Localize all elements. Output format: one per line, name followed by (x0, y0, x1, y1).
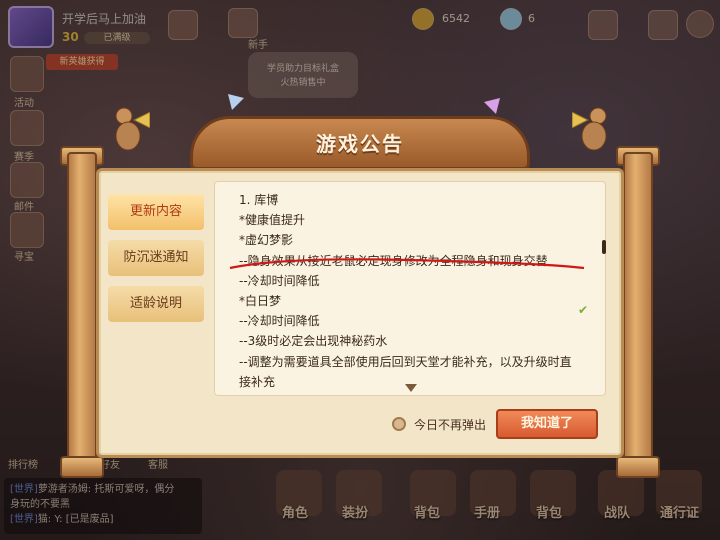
content-line: *白日梦 (239, 293, 282, 308)
dont-show-radio[interactable] (392, 417, 406, 431)
content-line: --3级时必定会出现神秘药水 (239, 334, 388, 349)
content-line: --冷却时间降低 (239, 273, 320, 288)
check-mark-icon: ✔ (578, 303, 589, 317)
red-handdrawn-underline (229, 258, 585, 270)
tab-anti-addiction[interactable]: 防沉迷通知 (108, 240, 204, 276)
announcement-title: 游戏公告 (316, 132, 404, 156)
scroll-down-arrow-icon[interactable] (405, 384, 417, 392)
right-pillar-base (616, 456, 660, 478)
announcement-content[interactable]: 1. 库博 *健康值提升 *虚幻梦影 --隐身效果从接近老鼠必定现身修改为全程隐… (214, 181, 606, 396)
left-pillar-base (60, 456, 104, 478)
right-pillar (623, 152, 653, 474)
content-line: --调整为需要道具全部使用后回到天堂才能补充，以及升级时直 (239, 354, 572, 369)
tab-age-rating[interactable]: 适龄说明 (108, 286, 204, 322)
tab-update-content[interactable]: 更新内容 (108, 194, 204, 230)
left-mouse-trumpeter-icon (115, 107, 150, 151)
dont-show-label[interactable]: 今日不再弹出 (414, 416, 486, 433)
content-line: 1. 库博 (239, 193, 279, 207)
confirm-button[interactable]: 我知道了 (496, 409, 598, 439)
content-line: --冷却时间降低 (239, 314, 320, 329)
content-line: *健康值提升 (239, 213, 306, 228)
scroll-indicator[interactable] (602, 240, 606, 254)
left-pillar (67, 152, 97, 474)
pennant-icon (228, 94, 244, 110)
pennant-icon (484, 98, 500, 114)
right-mouse-trumpeter-icon (572, 107, 607, 151)
